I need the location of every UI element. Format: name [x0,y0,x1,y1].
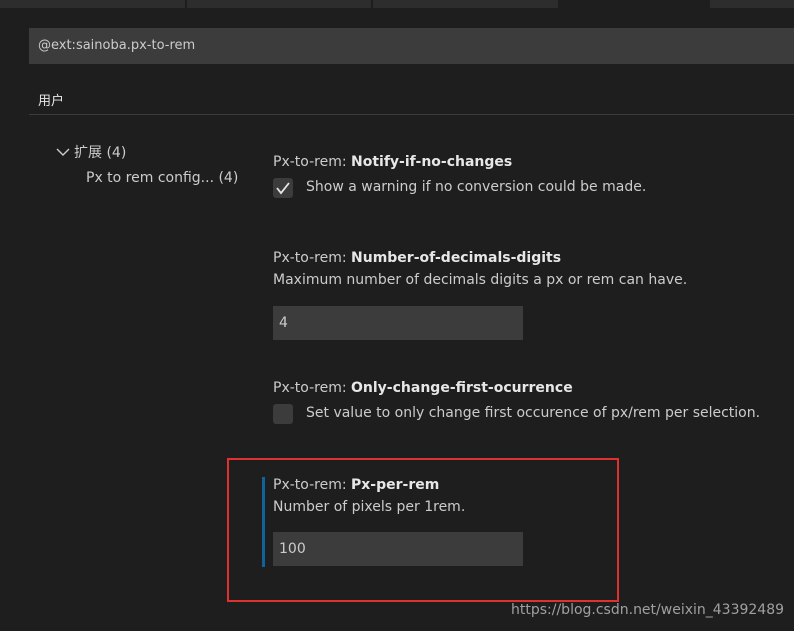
setting-category: Px-to-rem: [273,380,352,396]
check-icon [276,182,290,195]
toc-group-extensions[interactable]: 扩展 (4) [56,142,126,162]
editor-tab[interactable] [373,0,558,8]
setting-only-change-checkbox-row: Set value to only change first occurence… [273,404,760,424]
setting-description: Set value to only change first occurence… [306,405,761,421]
toc-group-label: 扩展 (4) [74,145,127,161]
chevron-down-icon [56,145,70,161]
setting-name: Number-of-decimals-digits [351,250,562,266]
setting-name: Only-change-first-ocurrence [351,380,573,396]
setting-only-change-first-ocurrence: Px-to-rem: Only-change-first-ocurrence [273,380,573,396]
editor-tab-strip [0,0,794,8]
editor-tab[interactable] [187,0,371,8]
number-of-decimals-digits-input[interactable]: 4 [273,306,523,340]
notify-if-no-changes-checkbox[interactable] [273,178,293,198]
tab-user-settings[interactable]: 用户 [38,90,64,109]
only-change-first-ocurrence-checkbox[interactable] [273,404,293,424]
setting-title: Px-to-rem: Number-of-decimals-digits [273,250,687,266]
setting-notify-if-no-changes: Px-to-rem: Notify-if-no-changes [273,154,512,170]
setting-category: Px-to-rem: [273,154,352,170]
setting-description: Maximum number of decimals digits a px o… [273,272,688,288]
setting-title: Px-to-rem: Notify-if-no-changes [273,154,512,170]
annotation-highlight-box [227,458,619,602]
setting-description: Show a warning if no conversion could be… [306,179,647,195]
setting-number-of-decimals-digits: Px-to-rem: Number-of-decimals-digits Max… [273,250,687,288]
setting-category: Px-to-rem: [273,250,352,266]
watermark: https://blog.csdn.net/weixin_43392489 [511,602,785,618]
setting-notify-checkbox-row: Show a warning if no conversion could be… [273,178,646,198]
toc-item-px-to-rem-config[interactable]: Px to rem config... (4) [86,170,238,186]
setting-title: Px-to-rem: Only-change-first-ocurrence [273,380,573,396]
setting-name: Notify-if-no-changes [351,154,513,170]
scope-tab-divider [29,114,794,115]
editor-tab[interactable] [0,0,185,8]
editor-tab[interactable] [710,0,794,8]
settings-search-input[interactable]: @ext:sainoba.px-to-rem [29,28,794,64]
